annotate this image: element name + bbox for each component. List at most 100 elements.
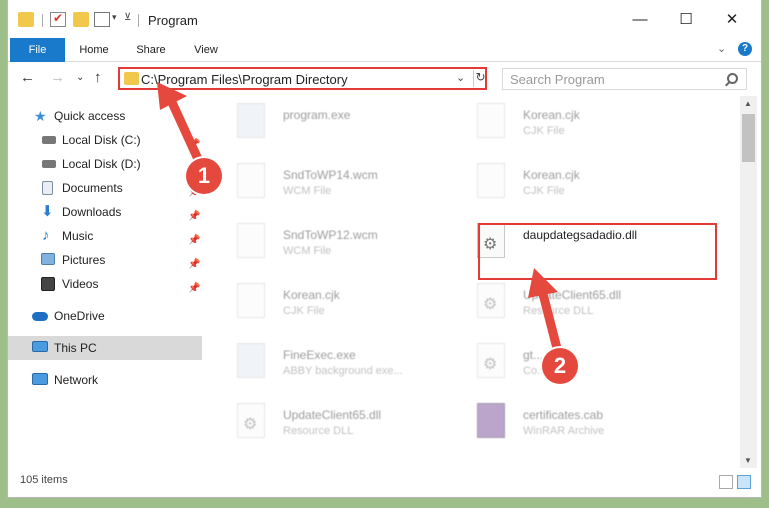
- file-icon: [237, 223, 265, 258]
- pc-icon: [32, 341, 48, 352]
- maximize-button[interactable]: ☐: [674, 8, 698, 32]
- documents-icon: [42, 181, 53, 195]
- file-name: UpdateClient65.dll: [283, 408, 382, 422]
- vertical-scrollbar[interactable]: ▲ ▼: [740, 96, 757, 468]
- properties-icon[interactable]: [50, 11, 66, 27]
- folder-icon: [18, 12, 34, 27]
- list-item[interactable]: Korean.cjk CJK File: [444, 98, 684, 154]
- close-button[interactable]: ✕: [720, 8, 744, 32]
- file-name: FineExec.exe: [283, 348, 356, 362]
- up-button[interactable]: ↑: [94, 69, 102, 86]
- folder-icon: [124, 72, 139, 85]
- tab-share[interactable]: Share: [128, 38, 174, 62]
- dll-gear-icon: [237, 403, 265, 438]
- ribbon-tabs: File Home Share View ⌄ ?: [8, 38, 761, 62]
- sidebar-item-local-disk-c[interactable]: Local Disk (C:) 📌: [8, 128, 202, 152]
- file-name: Korean.cjk: [523, 108, 580, 122]
- sidebar-item-label: OneDrive: [54, 309, 105, 323]
- minimize-button[interactable]: —: [628, 8, 652, 32]
- sidebar-item-pictures[interactable]: Pictures 📌: [8, 248, 202, 272]
- file-type: ABBY background exe...: [283, 365, 403, 377]
- sidebar-item-downloads[interactable]: ⬇ Downloads 📌: [8, 200, 202, 224]
- file-type: WCM File: [283, 185, 332, 197]
- item-count: 105 items: [20, 474, 68, 486]
- file-type: CJK File: [523, 185, 565, 197]
- drive-icon: [42, 136, 56, 144]
- file-name: Korean.cjk: [523, 168, 580, 182]
- dll-highlight-box: [478, 223, 717, 280]
- list-item[interactable]: UpdateClient65.dll Resource DLL: [444, 278, 684, 334]
- sidebar-item-quick-access[interactable]: ★ Quick access: [8, 104, 202, 128]
- search-placeholder: Search Program: [510, 72, 605, 87]
- list-item[interactable]: FineExec.exe ABBY background exe...: [204, 338, 444, 394]
- sidebar-item-documents[interactable]: Documents 📌: [8, 176, 202, 200]
- back-button[interactable]: ←: [20, 69, 35, 86]
- file-icon: [237, 283, 265, 318]
- search-input[interactable]: Search Program: [502, 68, 747, 90]
- file-type: WinRAR Archive: [523, 425, 605, 437]
- drive-icon: [42, 160, 56, 168]
- sidebar-item-label: This PC: [54, 341, 97, 355]
- file-name: Korean.cjk: [283, 288, 340, 302]
- star-icon: ★: [34, 108, 47, 124]
- file-name: SndToWP12.wcm: [283, 228, 378, 242]
- sidebar-item-label: Quick access: [54, 109, 126, 123]
- network-icon: [32, 373, 48, 385]
- refresh-icon[interactable]: ↻: [473, 70, 487, 87]
- list-item[interactable]: UpdateClient65.dll Resource DLL: [204, 398, 444, 454]
- pictures-icon: [41, 253, 55, 265]
- sidebar-item-label: Music: [62, 229, 94, 243]
- help-icon[interactable]: ?: [738, 42, 752, 56]
- sidebar-item-this-pc[interactable]: This PC: [8, 336, 202, 360]
- recent-locations-button[interactable]: ⌄: [76, 72, 84, 83]
- list-item[interactable]: Korean.cjk CJK File: [204, 278, 444, 334]
- step-2-callout: 2: [542, 348, 578, 384]
- sidebar-item-label: Documents: [62, 181, 123, 195]
- pin-icon[interactable]: 📌: [188, 277, 200, 301]
- sidebar-item-network[interactable]: Network: [8, 368, 202, 392]
- tiles-view-icon[interactable]: [737, 475, 751, 489]
- divider: [42, 14, 43, 27]
- list-item[interactable]: SndToWP12.wcm WCM File: [204, 218, 444, 274]
- tab-home[interactable]: Home: [72, 38, 116, 62]
- scroll-down-icon[interactable]: ▼: [744, 456, 752, 465]
- sidebar-item-label: Local Disk (C:): [62, 133, 141, 147]
- sidebar-item-label: Pictures: [62, 253, 106, 267]
- customize-icon[interactable]: [94, 12, 110, 27]
- forward-button[interactable]: →: [50, 69, 65, 86]
- list-item[interactable]: program.exe: [204, 98, 444, 154]
- tab-file[interactable]: File: [10, 38, 65, 62]
- file-icon: [237, 163, 265, 198]
- sidebar-item-local-disk-d[interactable]: Local Disk (D:) 📌: [8, 152, 202, 176]
- new-folder-icon[interactable]: [73, 12, 89, 27]
- chevron-down-icon[interactable]: ▾: [112, 12, 117, 23]
- file-name: SndToWP14.wcm: [283, 168, 378, 182]
- list-item[interactable]: SndToWP14.wcm WCM File: [204, 158, 444, 214]
- file-type: WCM File: [283, 245, 332, 257]
- archive-icon: [477, 403, 505, 438]
- file-type: Resource DLL: [283, 425, 354, 437]
- expand-ribbon-icon[interactable]: ⌄: [717, 42, 726, 55]
- scroll-up-icon[interactable]: ▲: [744, 99, 752, 108]
- address-bar[interactable]: C:\Program Files\Program Directory ⌄ ↻: [118, 67, 487, 90]
- sidebar-item-music[interactable]: ♪ Music 📌: [8, 224, 202, 248]
- dll-gear-icon: [477, 343, 505, 378]
- sidebar-item-onedrive[interactable]: OneDrive: [8, 304, 202, 328]
- cloud-icon: [32, 312, 48, 321]
- sidebar-item-label: Local Disk (D:): [62, 157, 141, 171]
- file-name: UpdateClient65.dll: [523, 288, 622, 302]
- list-item[interactable]: Korean.cjk CJK File: [444, 158, 684, 214]
- address-path[interactable]: C:\Program Files\Program Directory: [141, 72, 348, 87]
- exe-icon: [237, 343, 265, 378]
- list-item[interactable]: certificates.cab WinRAR Archive: [444, 398, 684, 454]
- title-bar: ▾ ⊻ Program — ☐ ✕: [8, 0, 761, 40]
- window-title: Program: [148, 13, 198, 28]
- tab-view[interactable]: View: [186, 38, 226, 62]
- details-view-icon[interactable]: [719, 475, 733, 489]
- file-type: Resource DLL: [523, 305, 594, 317]
- chevron-down-icon[interactable]: ⌄: [456, 71, 465, 84]
- sidebar-item-videos[interactable]: Videos 📌: [8, 272, 202, 296]
- file-type: CJK File: [283, 305, 325, 317]
- qat-dropdown-icon[interactable]: ⊻: [124, 12, 131, 23]
- scroll-thumb[interactable]: [742, 114, 755, 162]
